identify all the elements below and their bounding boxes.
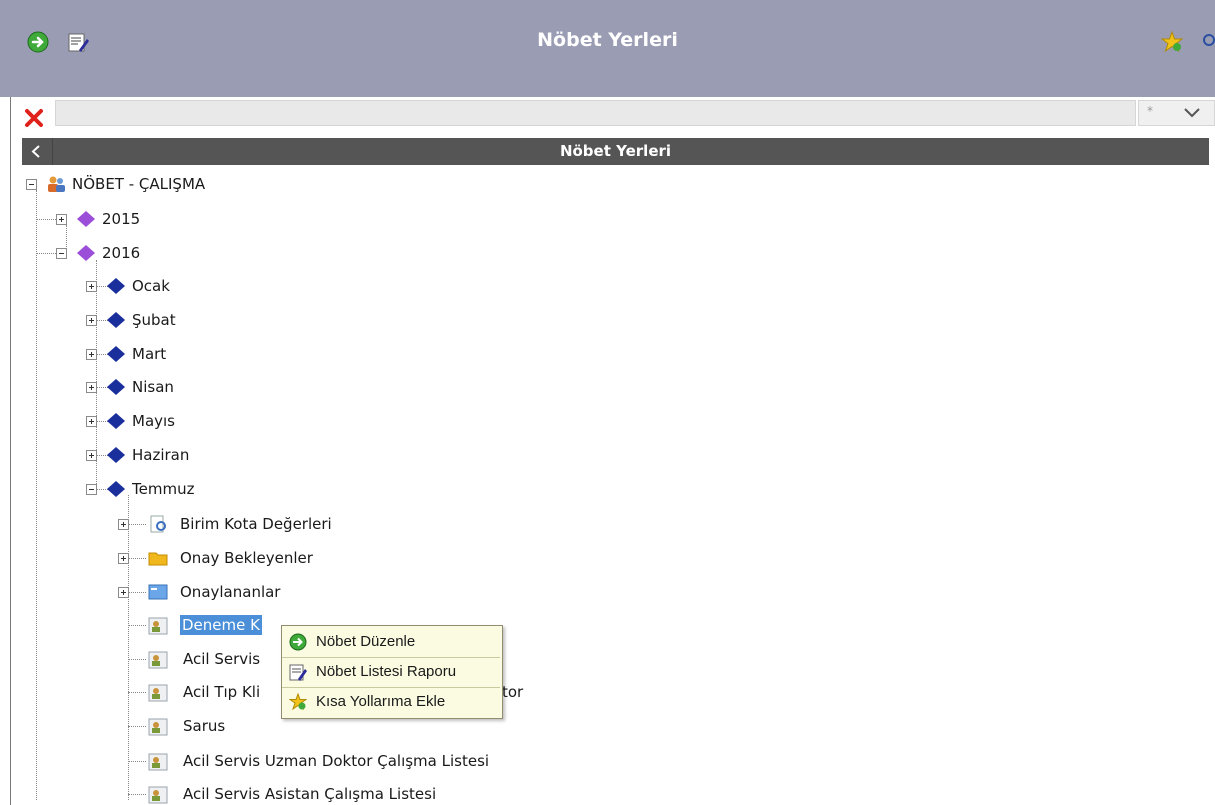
tree-item-sarus[interactable]: Sarus xyxy=(183,716,225,736)
month-diamond-icon xyxy=(107,447,125,463)
chevron-left-icon xyxy=(31,145,40,158)
menu-item-label: Nöbet Listesi Raporu xyxy=(316,663,457,680)
tree-item-onay-bekleyenler[interactable]: Onay Bekleyenler xyxy=(180,548,313,568)
tree-month-temmuz[interactable]: Temmuz xyxy=(132,479,194,499)
tree-item-onaylananlar[interactable]: Onaylananlar xyxy=(180,582,280,602)
clear-filter-icon[interactable] xyxy=(24,108,44,128)
filter-dropdown[interactable]: * xyxy=(1138,100,1215,126)
month-diamond-icon xyxy=(107,413,125,429)
people-icon xyxy=(48,176,65,192)
tree-year-2015[interactable]: 2015 xyxy=(102,209,140,229)
tree-year-2016[interactable]: 2016 xyxy=(102,243,140,263)
star-add-icon[interactable] xyxy=(1161,31,1183,53)
tree-root-label[interactable]: NÖBET - ÇALIŞMA xyxy=(72,174,205,194)
panel-title-bar: Nöbet Yerleri xyxy=(22,138,1209,165)
tree-month-nisan[interactable]: Nisan xyxy=(132,377,174,397)
tree-item-asistan[interactable]: Acil Servis Asistan Çalışma Listesi xyxy=(183,784,436,804)
month-diamond-icon xyxy=(107,312,125,328)
search-icon[interactable] xyxy=(1201,31,1215,53)
tree-item-deneme-selected[interactable]: Deneme K xyxy=(180,615,262,635)
node-expand-toggle[interactable] xyxy=(118,519,129,530)
filter-row: * xyxy=(0,97,1215,133)
year-expand-toggle[interactable] xyxy=(56,214,67,225)
arrow-right-icon xyxy=(289,633,307,651)
folder-icon xyxy=(148,552,168,566)
month-expand-toggle[interactable] xyxy=(86,382,97,393)
month-diamond-icon xyxy=(107,278,125,294)
tree-item-birim-kota[interactable]: Birim Kota Değerleri xyxy=(180,514,332,534)
person-card-icon xyxy=(148,753,168,771)
tree-item-acil-servis[interactable]: Acil Servis xyxy=(183,649,260,669)
folder-blue-icon xyxy=(148,584,168,600)
window-header: Nöbet Yerleri xyxy=(0,0,1215,97)
panel-title: Nöbet Yerleri xyxy=(559,142,672,160)
menu-item-label: Nöbet Düzenle xyxy=(316,633,416,650)
year-diamond-icon xyxy=(77,211,95,227)
menu-item-nobet-listesi-raporu[interactable]: Nöbet Listesi Raporu xyxy=(282,658,500,686)
collapse-panel-button[interactable] xyxy=(22,138,53,165)
filter-input[interactable] xyxy=(55,100,1136,126)
wildcard-indicator: * xyxy=(1147,104,1153,118)
window-title: Nöbet Yerleri xyxy=(537,29,678,51)
person-card-icon xyxy=(148,786,168,804)
month-expand-toggle[interactable] xyxy=(86,349,97,360)
person-card-icon xyxy=(148,617,168,635)
menu-item-kisa-yollarima-ekle[interactable]: Kısa Yollarıma Ekle xyxy=(282,688,500,716)
tree-item-acil-tip[interactable]: Acil Tıp Kli xyxy=(183,682,260,702)
tree-month-ocak[interactable]: Ocak xyxy=(132,276,170,296)
month-collapse-toggle[interactable] xyxy=(86,484,97,495)
menu-item-nobet-duzenle[interactable]: Nöbet Düzenle xyxy=(282,628,500,656)
context-menu: Nöbet Düzenle Nöbet Listesi Raporu Kısa … xyxy=(281,625,503,719)
chevron-down-icon[interactable] xyxy=(1183,106,1201,120)
star-add-icon xyxy=(289,693,307,711)
root-collapse-toggle[interactable] xyxy=(26,179,37,190)
report-icon xyxy=(289,664,307,681)
month-expand-toggle[interactable] xyxy=(86,450,97,461)
tree-item-acil-tip-tail: tor xyxy=(502,683,524,701)
node-expand-toggle[interactable] xyxy=(118,587,129,598)
month-expand-toggle[interactable] xyxy=(86,281,97,292)
person-card-icon xyxy=(148,718,168,736)
person-card-icon xyxy=(148,684,168,702)
person-card-icon xyxy=(148,651,168,669)
menu-item-label: Kısa Yollarıma Ekle xyxy=(316,693,446,710)
year-collapse-toggle[interactable] xyxy=(56,248,67,259)
month-expand-toggle[interactable] xyxy=(86,416,97,427)
year-diamond-icon xyxy=(77,245,95,261)
tree-month-haziran[interactable]: Haziran xyxy=(132,445,189,465)
tree-month-mayis[interactable]: Mayıs xyxy=(132,411,175,431)
month-diamond-icon xyxy=(107,346,125,362)
document-search-icon xyxy=(150,515,166,533)
node-expand-toggle[interactable] xyxy=(118,553,129,564)
tree-item-uzman-doktor[interactable]: Acil Servis Uzman Doktor Çalışma Listesi xyxy=(183,751,489,771)
tree-month-mart[interactable]: Mart xyxy=(132,344,166,364)
tree-month-subat[interactable]: Şubat xyxy=(132,310,176,330)
month-diamond-icon xyxy=(107,379,125,395)
tree-view: NÖBET - ÇALIŞMA 2015 2016 Ocak Şubat Mar… xyxy=(0,165,1215,805)
month-diamond-icon xyxy=(107,481,125,497)
month-expand-toggle[interactable] xyxy=(86,315,97,326)
